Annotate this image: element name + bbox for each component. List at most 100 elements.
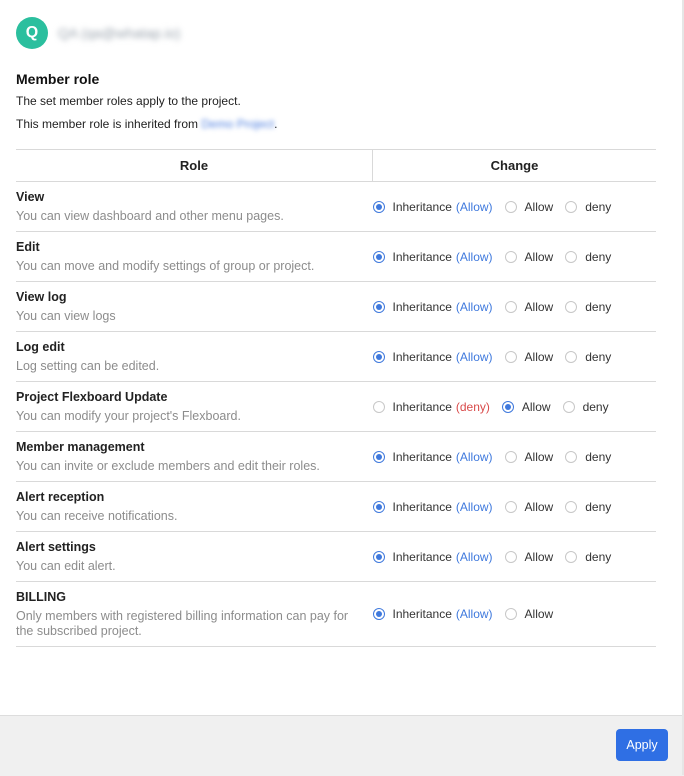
radio-deny[interactable] [565, 450, 578, 463]
option-inheritance[interactable]: Inheritance (Allow) [372, 300, 493, 314]
user-name: QA (qa@whatap.io) [58, 25, 181, 41]
option-label: deny [585, 449, 612, 464]
inherited-value: (Allow) [455, 607, 493, 621]
role-row: Edit You can move and modify settings of … [16, 231, 656, 282]
radio-allow[interactable] [504, 200, 517, 213]
option-label: deny [585, 299, 612, 314]
inherited-value: (Allow) [455, 199, 493, 214]
role-name: Project Flexboard Update [16, 389, 168, 404]
radio-allow[interactable] [501, 400, 514, 413]
option-inheritance[interactable]: Inheritance (Allow) [372, 199, 493, 214]
permission-options: Inheritance (deny) Allow deny [372, 399, 657, 414]
change-cell: Inheritance (Allow) Allow deny [372, 331, 657, 382]
role-name: Member management [16, 439, 145, 454]
permission-options: Inheritance (Allow) Allow deny [372, 500, 657, 514]
role-cell: Edit You can move and modify settings of … [16, 231, 373, 282]
inherited-value: (Allow) [455, 349, 493, 364]
radio-inheritance[interactable] [372, 200, 385, 213]
option-deny[interactable]: deny [565, 350, 611, 364]
user-header: Q QA (qa@whatap.io) [16, 17, 180, 49]
change-cell: Inheritance (Allow) Allow deny [372, 481, 657, 532]
section-title: Member role [16, 71, 100, 87]
footer-bar: Apply [0, 715, 684, 776]
option-allow[interactable]: Allow [504, 500, 553, 514]
inherited-value: (Allow) [455, 449, 493, 464]
option-deny[interactable]: deny [565, 550, 611, 564]
radio-inheritance[interactable] [372, 608, 385, 620]
radio-allow[interactable] [504, 350, 517, 363]
radio-allow[interactable] [504, 450, 517, 463]
inherited-value: (Allow) [455, 549, 493, 564]
radio-inheritance[interactable] [372, 250, 385, 263]
option-inheritance[interactable]: Inheritance (Allow) [372, 249, 493, 264]
option-label: Inheritance [392, 399, 452, 414]
role-description: You can modify your project's Flexboard. [16, 408, 241, 423]
radio-allow[interactable] [504, 550, 517, 563]
option-inheritance[interactable]: Inheritance (Allow) [372, 607, 493, 621]
radio-inheritance[interactable] [372, 500, 385, 513]
permission-options: Inheritance (Allow) Allow deny [372, 549, 657, 564]
radio-inheritance[interactable] [372, 350, 385, 363]
permission-options: Inheritance (Allow) Allow deny [372, 300, 657, 314]
radio-deny[interactable] [565, 550, 578, 563]
option-inheritance[interactable]: Inheritance (Allow) [372, 349, 493, 364]
option-label: deny [585, 349, 612, 364]
option-inheritance[interactable]: Inheritance (Allow) [372, 549, 493, 564]
radio-inheritance[interactable] [372, 300, 385, 313]
option-allow[interactable]: Allow [504, 450, 553, 464]
radio-inheritance[interactable] [372, 550, 385, 563]
option-label: deny [585, 199, 612, 214]
option-label: Inheritance [392, 199, 452, 214]
inherited-suffix: . [274, 117, 278, 131]
radio-deny[interactable] [565, 250, 578, 263]
permission-options: Inheritance (Allow) Allow deny [372, 449, 657, 464]
option-allow[interactable]: Allow [504, 549, 554, 564]
role-column-header: Role [16, 149, 373, 182]
radio-allow[interactable] [504, 608, 517, 620]
option-label: Inheritance [392, 249, 452, 264]
option-allow[interactable]: Allow [504, 300, 553, 314]
radio-allow[interactable] [504, 300, 517, 313]
option-inheritance[interactable]: Inheritance (deny) [372, 399, 490, 414]
option-deny[interactable]: deny [565, 200, 611, 214]
option-allow[interactable]: Allow [504, 199, 554, 214]
role-name: Edit [16, 239, 40, 254]
option-deny[interactable]: deny [565, 450, 611, 464]
option-inheritance[interactable]: Inheritance (Allow) [372, 500, 493, 514]
option-allow[interactable]: Allow [501, 400, 551, 414]
change-cell: Inheritance (Allow) Allow deny [372, 531, 657, 582]
radio-deny[interactable] [565, 350, 578, 363]
radio-inheritance[interactable] [372, 400, 385, 413]
radio-inheritance[interactable] [372, 450, 385, 463]
option-label: Allow [524, 549, 554, 564]
option-label: Inheritance [392, 607, 452, 621]
radio-deny[interactable] [565, 500, 578, 513]
option-allow[interactable]: Allow [504, 249, 554, 264]
role-row: View log You can view logs Inheritance (All… [16, 281, 657, 332]
radio-allow[interactable] [504, 250, 517, 263]
role-row: Member management You can invite or exclu… [16, 431, 657, 482]
option-deny[interactable]: deny [565, 300, 611, 314]
option-inheritance[interactable]: Inheritance (Allow) [372, 449, 493, 464]
role-name: Alert settings [16, 539, 96, 554]
permission-options: Inheritance (Allow) Allow deny [372, 199, 657, 214]
radio-deny[interactable] [562, 400, 575, 413]
apply-button[interactable]: Apply [616, 729, 668, 761]
option-allow[interactable]: Allow [504, 350, 553, 364]
option-label: Allow [524, 249, 554, 264]
radio-deny[interactable] [565, 200, 578, 213]
role-name: Alert reception [16, 489, 105, 504]
option-deny[interactable]: deny [562, 400, 609, 414]
permission-options: Inheritance (Allow) Allow deny [372, 349, 657, 364]
option-deny[interactable]: deny [565, 500, 611, 514]
radio-deny[interactable] [565, 300, 578, 313]
radio-allow[interactable] [504, 500, 517, 513]
option-label: Inheritance [392, 449, 452, 464]
option-allow[interactable]: Allow [504, 607, 553, 621]
option-deny[interactable]: deny [565, 250, 611, 264]
inherited-project-link[interactable]: Demo Project [201, 117, 274, 131]
option-label: Allow [524, 199, 554, 214]
option-label: Inheritance [392, 349, 452, 364]
change-column-header: Change [372, 149, 656, 182]
user-avatar: Q [16, 17, 48, 49]
